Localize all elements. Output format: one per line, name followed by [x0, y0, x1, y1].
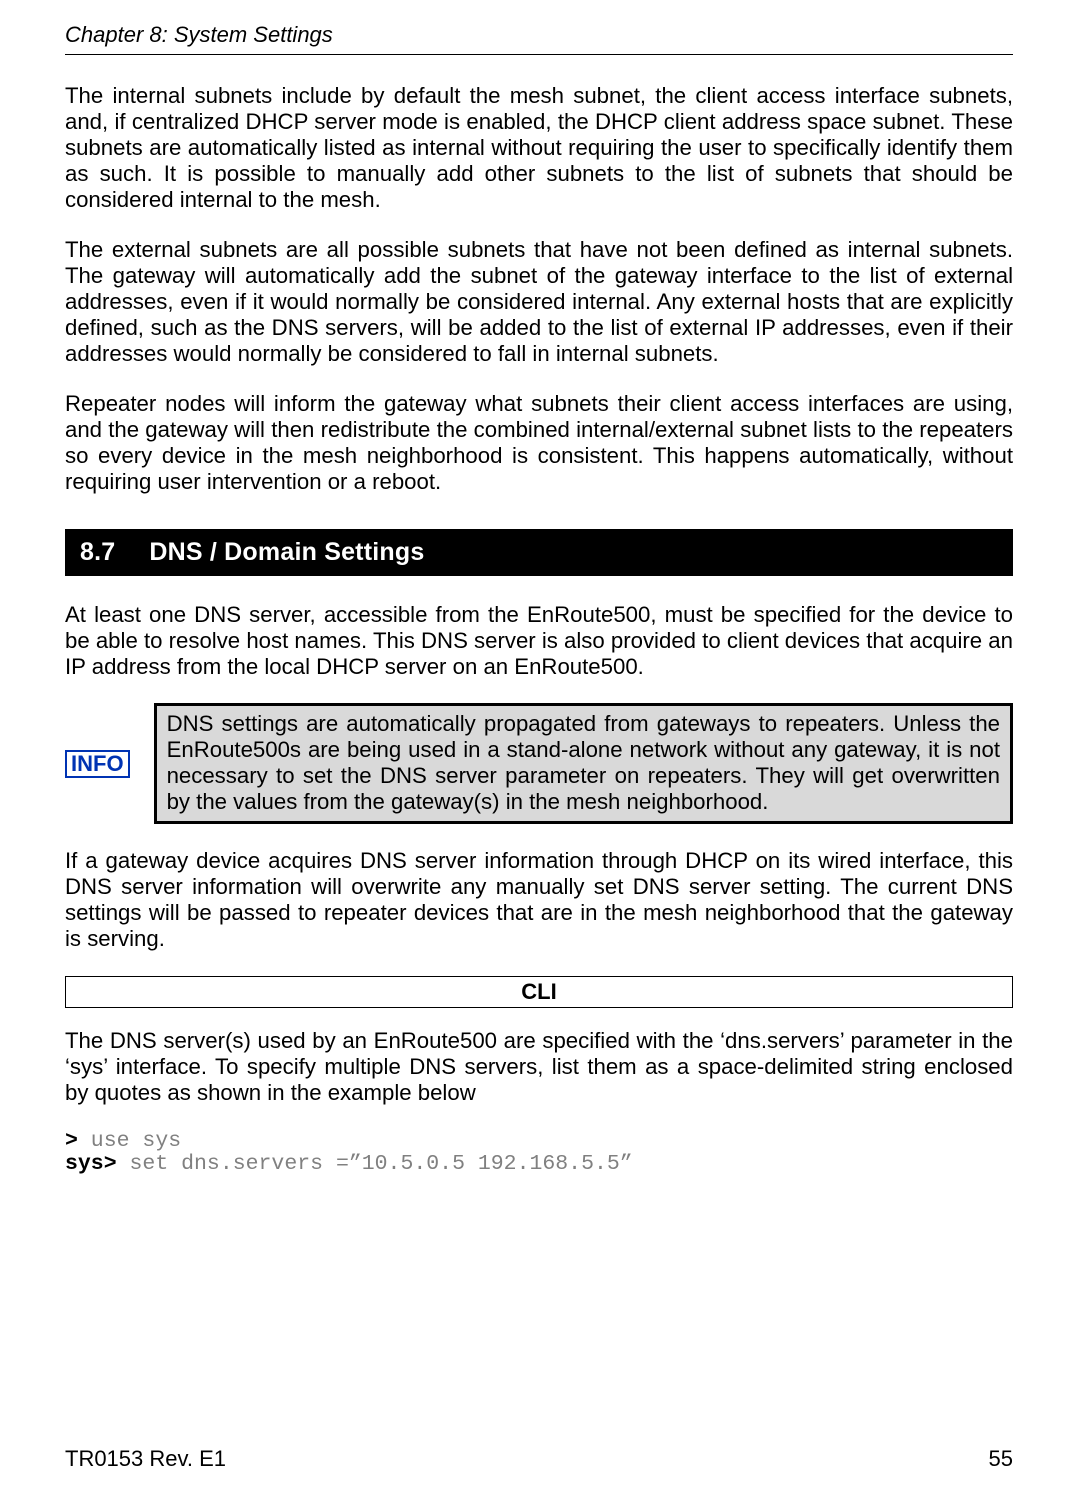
cli-command: set dns.servers =”10.5.0.5 192.168.5.5”	[117, 1152, 633, 1176]
page-header: Chapter 8: System Settings	[65, 22, 1013, 55]
section-heading: 8.7 DNS / Domain Settings	[65, 529, 1013, 576]
cli-prompt: sys>	[65, 1152, 117, 1176]
body-paragraph: The DNS server(s) used by an EnRoute500 …	[65, 1028, 1013, 1106]
info-callout: INFO DNS settings are automatically prop…	[65, 703, 1013, 824]
info-icon: INFO	[65, 750, 130, 778]
cli-command: use sys	[78, 1129, 181, 1153]
page-footer: TR0153 Rev. E1 55	[65, 1446, 1013, 1472]
footer-page-number: 55	[989, 1446, 1013, 1472]
cli-line: sys> set dns.servers =”10.5.0.5 192.168.…	[65, 1153, 1013, 1177]
body-paragraph: If a gateway device acquires DNS server …	[65, 848, 1013, 952]
cli-line: > use sys	[65, 1130, 1013, 1154]
info-note: DNS settings are automatically propagate…	[154, 703, 1013, 824]
cli-example: > use sys sys> set dns.servers =”10.5.0.…	[65, 1130, 1013, 1177]
body-paragraph: Repeater nodes will inform the gateway w…	[65, 391, 1013, 495]
body-paragraph: The external subnets are all possible su…	[65, 237, 1013, 367]
section-title: DNS / Domain Settings	[149, 538, 424, 566]
body-paragraph: The internal subnets include by default …	[65, 83, 1013, 213]
cli-prompt: >	[65, 1129, 78, 1153]
section-number: 8.7	[80, 538, 115, 567]
cli-heading: CLI	[65, 976, 1013, 1008]
footer-doc-id: TR0153 Rev. E1	[65, 1446, 226, 1472]
body-paragraph: At least one DNS server, accessible from…	[65, 602, 1013, 680]
info-label: INFO	[65, 750, 130, 778]
